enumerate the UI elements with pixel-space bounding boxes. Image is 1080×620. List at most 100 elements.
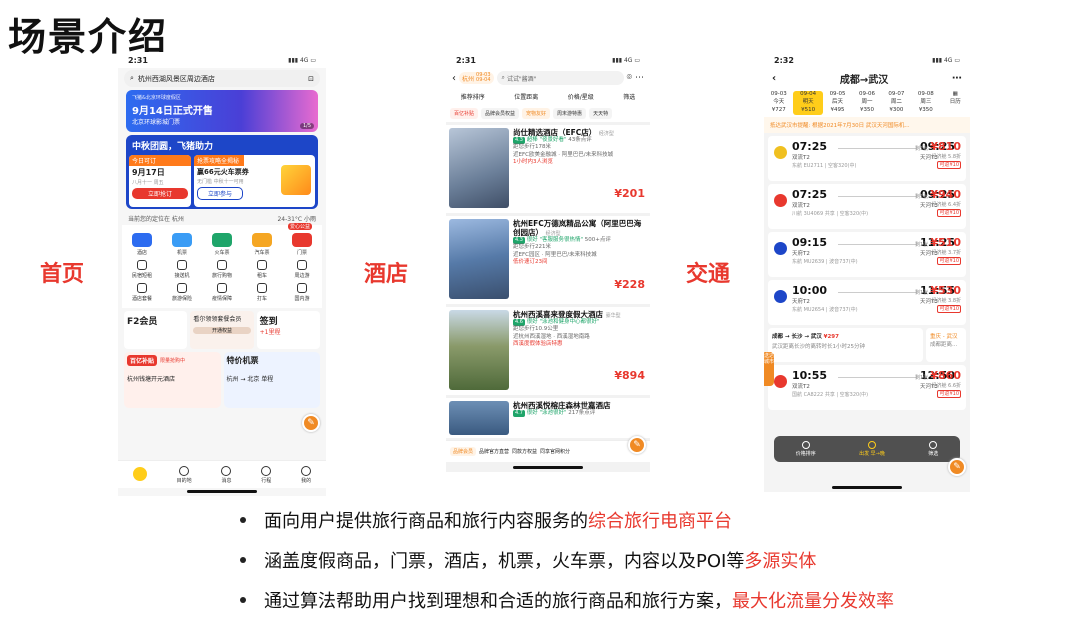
service-flight[interactable]: 机票 bbox=[165, 231, 199, 256]
tag-subsidy[interactable]: 百亿补贴 bbox=[450, 108, 479, 119]
tab-trips[interactable]: 行程 bbox=[261, 465, 271, 484]
gift-icon bbox=[281, 165, 311, 195]
member-benefit-button[interactable]: 开通权益 bbox=[193, 327, 251, 334]
map-pin-icon[interactable]: ⌾ bbox=[627, 73, 632, 83]
hotel-card[interactable]: 杭州EFC万德岚精品公寓（阿里巴巴海创园店） 经济型 4.3 很好 "客服服务很… bbox=[446, 216, 650, 304]
date-option[interactable]: 09-06 周一 ¥350 bbox=[852, 91, 881, 115]
hotel-card[interactable]: 杭州西溪悦榕庄森林世嘉酒店 4.7 很好 "泳池很好" 217条点评 bbox=[446, 398, 650, 438]
plane-icon bbox=[172, 233, 192, 247]
back-icon[interactable]: ‹ bbox=[452, 73, 456, 84]
brand-member-bar[interactable]: 品牌会员 品牌官方直营 同款方权益 同享官网积分 bbox=[446, 440, 650, 462]
tab-home[interactable] bbox=[132, 467, 147, 482]
join-button[interactable]: 立即参与 bbox=[197, 187, 243, 200]
flight-card[interactable]: 10:00 天府T2 11:55 天河T3 东航 MU2654 | 波音737(中) … bbox=[768, 279, 966, 325]
member-card[interactable]: F2会员 bbox=[124, 311, 188, 349]
weather-text: 24-31°C 小雨 bbox=[277, 216, 316, 223]
side-tag[interactable]: 送达城市 bbox=[764, 352, 774, 386]
service-shopping[interactable]: 旅行购物 bbox=[205, 258, 239, 279]
floating-action-icon[interactable]: ✎ bbox=[302, 414, 320, 432]
book-now-button[interactable]: 立即抢订 bbox=[132, 188, 188, 199]
filter-location[interactable]: 位置距离 bbox=[514, 92, 538, 101]
banner-small-text: 飞猪&北京环球度假区 bbox=[132, 95, 181, 101]
date-option[interactable]: 09-07 周二 ¥300 bbox=[882, 91, 911, 115]
tag-weekend[interactable]: 周末游特惠 bbox=[553, 108, 587, 119]
subsidy-card[interactable]: 百亿补贴 限量抢购中 杭州钱塘开元酒店 bbox=[124, 352, 221, 408]
service-ticket[interactable]: 门票 bbox=[285, 231, 319, 256]
date-option[interactable]: 09-05 后天 ¥495 bbox=[823, 91, 852, 115]
hotel-card[interactable]: 尚仕精选酒店（EFC店） 经济型 4.3 超棒 "夜景好看" 43条点评 距您步… bbox=[446, 125, 650, 213]
date-option[interactable]: 09-03 今天 ¥727 bbox=[764, 91, 793, 115]
hotel-price: ¥201 bbox=[614, 187, 645, 201]
route-header: ‹ 成都→武汉 ⋯ bbox=[764, 68, 970, 89]
route-title[interactable]: 成都→武汉 bbox=[840, 71, 888, 86]
filter-price[interactable]: 价格/星级 bbox=[568, 92, 594, 101]
sort-price-button[interactable]: 价格排序 bbox=[796, 441, 816, 457]
search-text: 杭州西湖风景区周边酒店 bbox=[137, 74, 215, 83]
hotel-card[interactable]: 杭州西溪喜来登度假大酒店 豪华型 4.6 很好 "泳池和健身中心都很好" 距您步… bbox=[446, 307, 650, 395]
floating-action-icon[interactable]: ✎ bbox=[628, 436, 646, 454]
service-train[interactable]: 火车票 bbox=[205, 231, 239, 256]
floating-action-icon[interactable]: ✎ bbox=[948, 458, 966, 476]
fliggy-icon bbox=[132, 467, 147, 481]
service-taxi[interactable]: 打车 bbox=[245, 281, 279, 302]
calendar-button[interactable]: ▦ 日历 bbox=[941, 91, 970, 115]
coupon-card[interactable]: 抢票攻略全揭秘 赢66元火车票券 无门槛 中秋十一可用 立即参与 bbox=[194, 155, 315, 207]
service-transfer[interactable]: 接送机 bbox=[165, 258, 199, 279]
filter-more[interactable]: 筛选 bbox=[623, 92, 635, 101]
ticket-card[interactable]: 今日可订 9月17日 八月十一 周五 立即抢订 bbox=[129, 155, 191, 207]
tag-brand[interactable]: 品牌会员权益 bbox=[481, 108, 520, 119]
travel-notice[interactable]: 抵达武汉市提醒: 根据2021年7月30日 武汉天河国际机... bbox=[764, 116, 970, 133]
date-option-selected[interactable]: 09-04 明天 ¥510 bbox=[793, 91, 823, 115]
filter-sort[interactable]: 推荐排序 bbox=[461, 92, 485, 101]
service-epidemic[interactable]: 疫情保障 bbox=[205, 281, 239, 302]
transfer-alt-sub: 成都距离... bbox=[930, 341, 958, 348]
summary-bullets: 面向用户提供旅行商品和旅行内容服务的 综合旅行电商平台 涵盖度假商品，门票，酒店，… bbox=[240, 500, 894, 620]
checkin-card[interactable]: 签到 +1里程 bbox=[256, 311, 320, 349]
ticket-icon bbox=[292, 233, 312, 247]
tab-profile[interactable]: 我的 bbox=[301, 465, 311, 484]
airline-logo-icon bbox=[774, 289, 787, 303]
service-insurance[interactable]: 旅游保险 bbox=[165, 281, 199, 302]
back-icon[interactable]: ‹ bbox=[772, 73, 776, 84]
more-icon[interactable]: ⋯ bbox=[952, 73, 962, 84]
ticket-card-date: 9月17日 bbox=[132, 168, 165, 177]
flight-deal-card[interactable]: 特价机票 杭州 → 北京 单程 bbox=[223, 352, 320, 408]
flight-card[interactable]: 07:25 双流T2 09:25 天河T3 东航 EU2711 | 空客320(中) … bbox=[768, 135, 966, 181]
scan-icon[interactable]: ⊡ bbox=[308, 75, 314, 83]
tab-destination[interactable]: 目的地 bbox=[177, 465, 192, 484]
service-homestay[interactable]: 民宿短租 bbox=[125, 258, 159, 279]
hotel-name: 杭州西溪悦榕庄森林世嘉酒店 bbox=[513, 401, 611, 410]
promo-banner[interactable]: 飞猪&北京环球度假区 9月14日正式开售 北京环球影城门票 1/5 bbox=[126, 90, 318, 132]
service-hotel[interactable]: 酒店 bbox=[125, 231, 159, 256]
city-date-selector[interactable]: 杭州 09-03 09-04 bbox=[459, 72, 494, 84]
hotel-search-input[interactable]: ⌕ 试试"酱酒" bbox=[496, 71, 624, 85]
hotel-score: 4.6 bbox=[513, 319, 525, 326]
service-rental[interactable]: 租车 bbox=[245, 258, 279, 279]
package-icon bbox=[137, 283, 147, 293]
flight-card[interactable]: 07:25 双流T2 09:25 天河T3 川航 3U4069 共享 | 空客320(… bbox=[768, 183, 966, 229]
taxi-icon bbox=[257, 283, 267, 293]
tag-daily[interactable]: 天天特 bbox=[589, 108, 613, 119]
sort-time-button[interactable]: 出发 早→晚 bbox=[859, 441, 885, 457]
transfer-alt-option[interactable]: 重庆 - 武汉 成都距离... bbox=[926, 327, 966, 362]
service-package[interactable]: 酒店套餐 bbox=[125, 281, 159, 302]
transfer-option[interactable]: 成都 → 长沙 → 武汉 ¥297 武汉距离长沙的离转时长1小时25分钟 bbox=[768, 327, 923, 362]
date-option[interactable]: 09-08 周三 ¥350 bbox=[911, 91, 940, 115]
tab-messages[interactable]: 消息 bbox=[221, 465, 231, 484]
more-icon[interactable]: ⋯ bbox=[635, 73, 644, 83]
heart-icon bbox=[217, 283, 227, 293]
tag-pet[interactable]: 宠物友好 bbox=[522, 108, 551, 119]
flight-card[interactable]: 10:55 双流T2 12:50 天河T3 国航 CA8222 共享 | 空客320(… bbox=[768, 364, 966, 410]
service-nearby[interactable]: 周边游 bbox=[285, 258, 319, 279]
search-bar[interactable]: ⌕ 杭州西湖风景区周边酒店 ⊡ bbox=[124, 70, 320, 87]
flight-price: ¥860 bbox=[930, 368, 961, 382]
member-benefit-card[interactable]: 看尔领领套餐会员 开通权益 bbox=[190, 311, 254, 349]
flight-card[interactable]: 09:15 天府T2 11:25 天河T3 东航 MU2639 | 波音737(中) … bbox=[768, 231, 966, 277]
airline-logo-icon bbox=[774, 374, 787, 388]
filter-button[interactable]: 筛选 bbox=[928, 441, 938, 457]
hotel-name: 杭州EFC万德岚精品公寓（阿里巴巴海创园店） bbox=[513, 219, 642, 237]
service-domestic[interactable]: 国内游 bbox=[285, 281, 319, 302]
service-bus[interactable]: 汽车票 bbox=[245, 231, 279, 256]
charity-badge: 爱心公益 bbox=[287, 223, 312, 230]
label-transport: 交通 bbox=[686, 262, 731, 287]
